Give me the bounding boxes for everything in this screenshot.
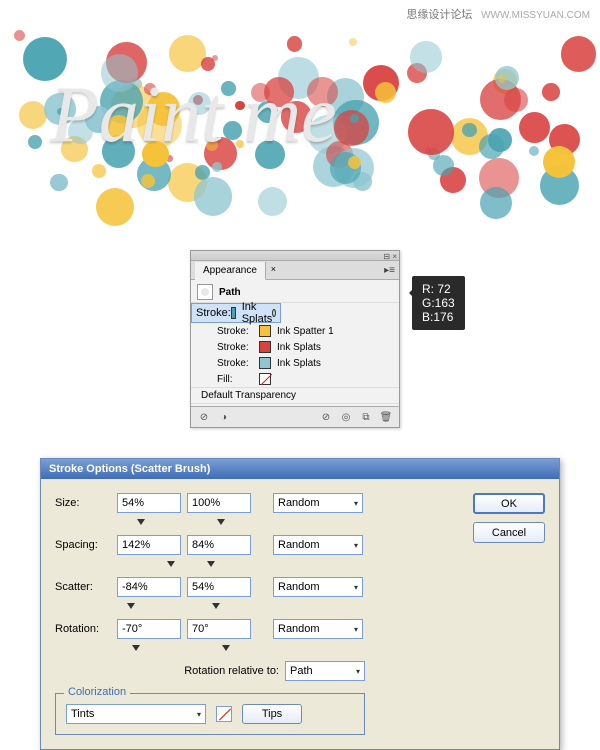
size-mode-select[interactable]: Random▾ bbox=[273, 493, 363, 513]
fill-row[interactable]: Fill: bbox=[191, 371, 399, 387]
duplicate-icon[interactable]: ⧉ bbox=[359, 410, 373, 424]
stroke-name: Ink Splats bbox=[277, 358, 321, 369]
rotation-mode-select[interactable]: Random▾ bbox=[273, 619, 363, 639]
chevron-down-icon: ▾ bbox=[354, 541, 358, 550]
path-thumb-icon bbox=[197, 284, 213, 300]
stroke-options-dialog: Stroke Options (Scatter Brush) Size: 54%… bbox=[40, 458, 560, 750]
stroke-swatch-icon[interactable] bbox=[259, 341, 271, 353]
size-row: Size: 54% 100% Random▾ bbox=[55, 493, 465, 513]
path-title: Path bbox=[219, 287, 241, 298]
fill-label: Fill: bbox=[217, 374, 259, 385]
rotation-max-input[interactable]: 70° bbox=[187, 619, 251, 639]
artwork-canvas: Paint me bbox=[10, 30, 590, 230]
panel-footer: ⊘ ◑ ⊘ ◎ ⧉ 🗑 bbox=[191, 406, 399, 427]
stroke-row-2[interactable]: Stroke: Ink Spatter 1 bbox=[191, 323, 399, 339]
scatter-row: Scatter: -84% 54% Random▾ bbox=[55, 577, 465, 597]
spacing-min-input[interactable]: 142% bbox=[117, 535, 181, 555]
new-fill-icon[interactable]: ◑ bbox=[217, 410, 231, 424]
stroke-swatch-icon[interactable] bbox=[259, 357, 271, 369]
stroke-label: Stroke: bbox=[217, 326, 259, 337]
colorization-legend: Colorization bbox=[64, 686, 130, 698]
watermark-url: WWW.MISSYUAN.COM bbox=[481, 10, 590, 21]
stroke-label: Stroke: bbox=[196, 307, 231, 319]
scatter-mode-select[interactable]: Random▾ bbox=[273, 577, 363, 597]
cancel-button[interactable]: Cancel bbox=[473, 522, 545, 543]
g-label: G: bbox=[422, 296, 435, 310]
stroke-name: Ink Splats bbox=[277, 342, 321, 353]
path-title-row: Path bbox=[191, 282, 399, 303]
rotation-row: Rotation: -70° 70° Random▾ bbox=[55, 619, 465, 639]
stroke-name: Ink Splats bbox=[242, 301, 273, 325]
rotation-label: Rotation: bbox=[55, 623, 111, 635]
g-value: 163 bbox=[435, 296, 455, 310]
size-min-input[interactable]: 54% bbox=[117, 493, 181, 513]
spacing-mode-select[interactable]: Random▾ bbox=[273, 535, 363, 555]
b-value: 176 bbox=[433, 310, 453, 324]
chevron-down-icon: ▾ bbox=[354, 499, 358, 508]
target-icon[interactable]: ◎ bbox=[339, 410, 353, 424]
target-icon[interactable] bbox=[272, 309, 276, 317]
stroke-row-1[interactable]: Stroke: Ink Splats bbox=[191, 303, 281, 323]
fill-none-icon[interactable] bbox=[259, 373, 271, 385]
spacing-row: Spacing: 142% 84% Random▾ bbox=[55, 535, 465, 555]
dialog-titlebar[interactable]: Stroke Options (Scatter Brush) bbox=[41, 459, 559, 479]
stroke-row-4[interactable]: Stroke: Ink Splats bbox=[191, 355, 399, 371]
colorization-select[interactable]: Tints▾ bbox=[66, 704, 206, 724]
colorization-fieldset: Colorization Tints▾ Tips bbox=[55, 693, 365, 735]
chevron-down-icon: ▾ bbox=[197, 710, 201, 719]
spacing-label: Spacing: bbox=[55, 539, 111, 551]
spacing-max-input[interactable]: 84% bbox=[187, 535, 251, 555]
panel-collapse-icon[interactable]: ⊟ × bbox=[383, 252, 397, 261]
r-label: R: bbox=[422, 282, 434, 296]
chevron-down-icon: ▾ bbox=[356, 667, 360, 676]
chevron-down-icon: ▾ bbox=[354, 625, 358, 634]
rotation-relative-row: Rotation relative to: Path▾ bbox=[55, 661, 365, 681]
chevron-down-icon: ▾ bbox=[354, 583, 358, 592]
transparency-row[interactable]: Default Transparency bbox=[191, 387, 399, 404]
link-icon[interactable]: ⊘ bbox=[197, 410, 211, 424]
appearance-panel: ⊟ × Appearance × ▸≡ Path Stroke: Ink Spl… bbox=[190, 250, 400, 428]
size-max-input[interactable]: 100% bbox=[187, 493, 251, 513]
ok-button[interactable]: OK bbox=[473, 493, 545, 514]
rotation-relative-select[interactable]: Path▾ bbox=[285, 661, 365, 681]
scatter-max-input[interactable]: 54% bbox=[187, 577, 251, 597]
prohibit-icon[interactable]: ⊘ bbox=[319, 410, 333, 424]
trash-icon[interactable]: 🗑 bbox=[379, 410, 393, 424]
size-label: Size: bbox=[55, 497, 111, 509]
stroke-label: Stroke: bbox=[217, 358, 259, 369]
close-icon[interactable]: × bbox=[271, 264, 276, 274]
stroke-label: Stroke: bbox=[217, 342, 259, 353]
stroke-swatch-icon[interactable] bbox=[231, 307, 236, 319]
stroke-name: Ink Spatter 1 bbox=[277, 326, 334, 337]
tips-button[interactable]: Tips bbox=[242, 704, 302, 724]
rotation-relative-label: Rotation relative to: bbox=[184, 665, 279, 677]
watermark: 思缘设计论坛 WWW.MISSYUAN.COM bbox=[406, 6, 590, 22]
key-color-swatch[interactable] bbox=[216, 706, 232, 722]
artwork-text: Paint me bbox=[50, 70, 337, 161]
stroke-swatch-icon[interactable] bbox=[259, 325, 271, 337]
transparency-label: Default Transparency bbox=[201, 390, 296, 401]
panel-drag-bar[interactable]: ⊟ × bbox=[191, 251, 399, 261]
rgb-tooltip: R: 72 G:163 B:176 bbox=[412, 276, 465, 330]
b-label: B: bbox=[422, 310, 433, 324]
watermark-cn: 思缘设计论坛 bbox=[406, 9, 472, 21]
r-value: 72 bbox=[437, 282, 450, 296]
panel-menu-icon[interactable]: ▸≡ bbox=[384, 265, 395, 276]
stroke-row-3[interactable]: Stroke: Ink Splats bbox=[191, 339, 399, 355]
scatter-min-input[interactable]: -84% bbox=[117, 577, 181, 597]
scatter-label: Scatter: bbox=[55, 581, 111, 593]
appearance-tab[interactable]: Appearance bbox=[195, 262, 266, 280]
rotation-min-input[interactable]: -70° bbox=[117, 619, 181, 639]
panel-tab-bar: Appearance × ▸≡ bbox=[191, 261, 399, 280]
